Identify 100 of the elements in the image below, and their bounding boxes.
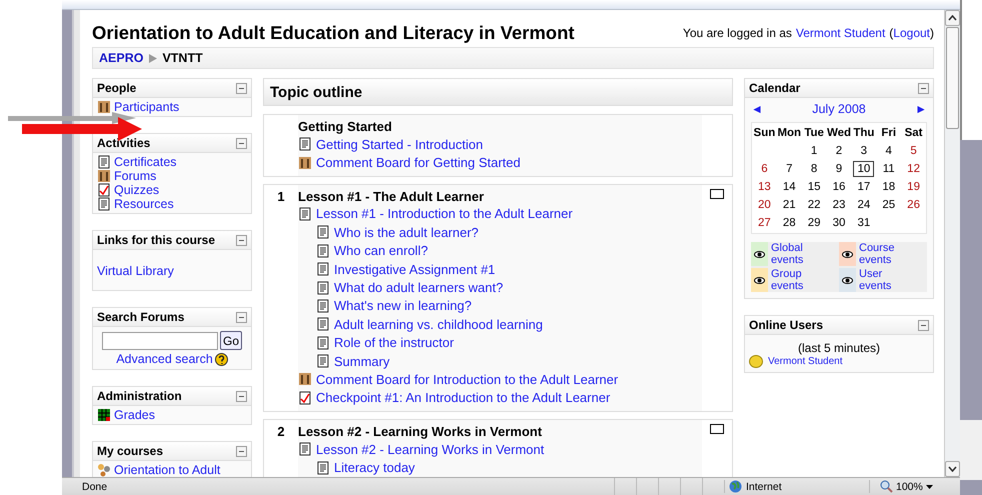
calendar-day[interactable]: 16 <box>828 178 850 194</box>
activity-link[interactable]: Adult learning vs. childhood learning <box>334 316 543 332</box>
scroll-thumb[interactable] <box>946 27 959 129</box>
block-link[interactable]: Resources <box>114 197 174 211</box>
calendar-day[interactable]: 8 <box>806 160 822 176</box>
calendar-day[interactable]: 26 <box>903 196 924 212</box>
calendar-day[interactable]: 27 <box>754 214 775 230</box>
activity-link[interactable]: Comment Board for Introduction to the Adult Learner <box>316 372 618 387</box>
logout-link[interactable]: Logout <box>893 26 930 40</box>
block-link[interactable]: Virtual Library <box>97 264 174 278</box>
calendar-day[interactable]: 12 <box>903 160 924 176</box>
calendar-day[interactable]: 15 <box>804 178 825 194</box>
collapse-icon[interactable] <box>236 312 247 322</box>
breadcrumb-link[interactable]: AEPRO <box>99 51 144 65</box>
calendar-day[interactable]: 28 <box>778 214 800 230</box>
collapse-icon[interactable] <box>236 138 247 148</box>
activity-link[interactable]: Comment Board for Getting Started <box>316 155 520 170</box>
grades-icon <box>97 408 111 422</box>
scroll-down-button[interactable] <box>945 461 960 477</box>
weekday-label: Fri <box>880 126 898 141</box>
activity-link[interactable]: Role of the instructor <box>334 335 454 350</box>
collapse-icon[interactable] <box>236 390 247 402</box>
month-title[interactable]: July 2008 <box>812 102 866 116</box>
eye-icon[interactable] <box>754 250 765 258</box>
block-link[interactable]: Orientation to Adult <box>114 463 220 477</box>
scroll-up-button[interactable] <box>945 10 960 26</box>
activity-link[interactable]: What do adult learners want? <box>334 280 504 296</box>
collapse-icon[interactable] <box>236 234 247 246</box>
activity-link[interactable]: What's new in learning? <box>334 298 472 314</box>
activity-link[interactable]: Checkpoint #1: An Introduction to the Adult Learner <box>316 390 610 406</box>
calendar-day[interactable]: 3 <box>856 142 872 158</box>
collapse-icon[interactable] <box>236 82 247 94</box>
block-link[interactable]: Forums <box>114 169 156 183</box>
collapse-icon[interactable] <box>918 82 929 94</box>
user-link[interactable]: Vermont Student <box>768 356 842 367</box>
block-title: People <box>97 81 136 95</box>
activity-link[interactable]: Lesson #2 - Learning Works in Vermont <box>316 442 544 457</box>
calendar-day[interactable]: 17 <box>853 178 874 194</box>
calendar-day[interactable]: 4 <box>882 142 896 158</box>
event-filter-link[interactable]: Global events <box>771 242 827 266</box>
eye-icon[interactable] <box>842 250 853 258</box>
block-title: Online Users <box>749 318 824 332</box>
previous-month-button[interactable]: ◄ <box>751 102 763 116</box>
calendar-day[interactable]: 9 <box>832 160 846 176</box>
calendar-day[interactable]: 1 <box>806 142 822 158</box>
highlight-toggle[interactable] <box>710 424 724 434</box>
certificate-icon <box>97 155 111 169</box>
calendar-day[interactable]: 21 <box>778 196 800 212</box>
go-button[interactable]: Go <box>220 331 242 350</box>
calendar-day[interactable]: 13 <box>754 178 775 194</box>
collapse-icon[interactable] <box>236 446 247 456</box>
calendar-day[interactable]: 6 <box>757 160 772 176</box>
forum-icon <box>298 372 312 386</box>
activity-link[interactable]: Summary <box>334 354 390 369</box>
activity-link[interactable]: Literacy today <box>334 460 415 476</box>
event-filter-link[interactable]: User events <box>859 268 915 292</box>
activity-link[interactable]: Investigative Assignment #1 <box>334 262 496 277</box>
section-number: 1 <box>277 188 285 204</box>
calendar-day[interactable]: 23 <box>828 196 850 212</box>
calendar-day[interactable]: 19 <box>903 178 924 194</box>
advanced-search-link[interactable]: Advanced search <box>116 352 213 366</box>
block-link[interactable]: Quizzes <box>114 183 160 197</box>
calendar-day[interactable]: 31 <box>853 214 874 230</box>
eye-icon[interactable] <box>842 276 853 284</box>
calendar-day[interactable]: 11 <box>878 160 899 176</box>
dropdown-icon[interactable] <box>926 484 933 488</box>
activity-link[interactable]: Who can enroll? <box>334 243 428 258</box>
page-icon <box>316 244 330 258</box>
calendar-day[interactable]: 22 <box>804 196 825 212</box>
calendar-day[interactable]: 24 <box>853 196 874 212</box>
block-link[interactable]: Participants <box>114 100 180 114</box>
event-filter-link[interactable]: Group events <box>771 268 827 292</box>
calendar-day[interactable]: 2 <box>832 142 846 158</box>
calendar-day[interactable]: 18 <box>878 178 900 194</box>
user-link[interactable]: Vermont Student <box>796 26 886 40</box>
calendar-day[interactable]: 5 <box>906 142 921 158</box>
calendar-day[interactable]: 25 <box>878 196 900 212</box>
collapse-icon[interactable] <box>918 320 929 330</box>
scrollbar[interactable] <box>944 10 960 477</box>
calendar-day[interactable]: 30 <box>828 214 850 230</box>
calendar-day[interactable]: 7 <box>782 160 796 176</box>
user-icon <box>749 355 763 368</box>
block-link[interactable]: Certificates <box>114 155 177 169</box>
next-month-button[interactable]: ► <box>915 102 927 116</box>
calendar-day[interactable]: 14 <box>778 178 800 194</box>
activity-link[interactable]: Lesson #1 - Introduction to the Adult Learner <box>316 206 573 222</box>
breadcrumb-current[interactable]: VTNTT <box>162 51 203 65</box>
calendar-day[interactable]: 10 <box>853 160 874 176</box>
block-title: Activities <box>97 136 150 150</box>
activity-link[interactable]: Who is the adult learner? <box>334 224 479 240</box>
search-field[interactable] <box>102 332 218 350</box>
help-icon[interactable] <box>214 352 228 366</box>
activity-link[interactable]: Getting Started - Introduction <box>316 136 483 152</box>
zone-text: Internet <box>746 480 782 492</box>
calendar-day[interactable]: 29 <box>804 214 825 230</box>
block-link[interactable]: Grades <box>114 408 155 422</box>
highlight-toggle[interactable] <box>710 188 724 199</box>
event-filter-link[interactable]: Course events <box>859 242 915 266</box>
calendar-day[interactable]: 20 <box>754 196 775 212</box>
eye-icon[interactable] <box>754 276 765 284</box>
